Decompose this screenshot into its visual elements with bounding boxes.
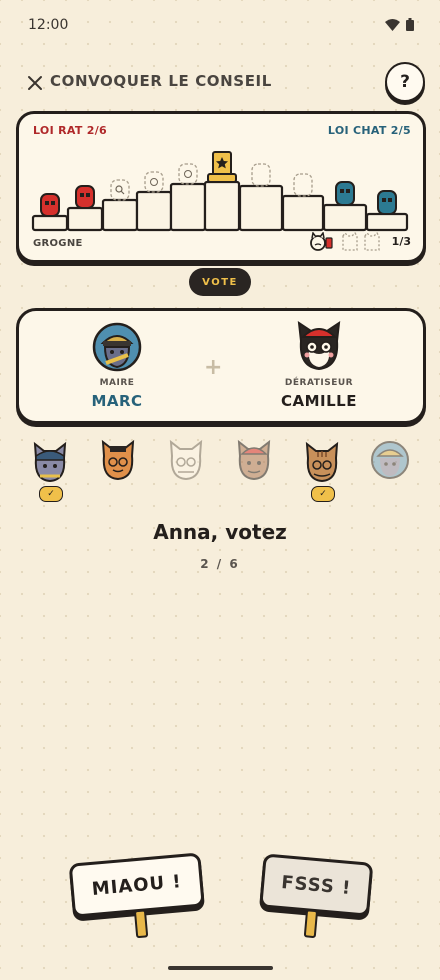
voted-check-icon: ✓ — [39, 486, 63, 502]
wifi-icon — [385, 18, 400, 31]
cat-avatar-gray-cap-icon — [33, 441, 67, 483]
government-card: MAIRE MARC + DÉRATISEUR CAMILLE — [16, 308, 426, 424]
fsss-vote-button[interactable]: FSSS ! — [257, 853, 374, 946]
status-time: 12:00 — [28, 17, 69, 33]
rat-step-1 — [31, 214, 69, 232]
cat-avatar-outline-icon — [169, 439, 203, 481]
miaou-vote-button[interactable]: MIAOU ! — [68, 852, 208, 947]
player-avatar-6[interactable] — [368, 438, 412, 482]
ratcatcher-name: CAMILLE — [281, 392, 357, 410]
star-trophy-icon — [207, 151, 237, 183]
cat-avatar-tabby-icon — [305, 441, 339, 483]
mayor-cat-avatar-icon — [92, 322, 142, 372]
ratcatcher-cat-avatar-icon — [297, 320, 341, 371]
empty-slot-icon — [251, 163, 271, 187]
player-avatar-5[interactable] — [300, 440, 344, 484]
cat-step-1 — [365, 212, 409, 232]
vote-progress: 2 / 6 — [200, 557, 240, 571]
cat-avatar-red-beret-icon — [237, 439, 271, 481]
empty-grogne-slot-icon — [364, 232, 380, 251]
battery-icon — [406, 18, 414, 31]
rat-step-5 — [169, 182, 207, 232]
cat-avatar-orange-glasses-icon — [101, 439, 135, 481]
rat-step-4 — [135, 190, 173, 232]
cat-step-4 — [238, 184, 284, 232]
empty-slot-face-icon — [178, 163, 198, 185]
fsss-label: FSSS ! — [259, 853, 374, 917]
vote-prompt: Anna, votez — [153, 520, 287, 544]
rat-token-icon — [40, 193, 60, 217]
rat-step-3 — [101, 198, 139, 232]
vote-badge: VOTE — [189, 268, 251, 296]
player-avatar-1[interactable] — [28, 440, 72, 484]
cat-token-icon — [377, 190, 397, 215]
angry-cat-icon — [310, 232, 333, 251]
status-icons — [385, 18, 414, 31]
mayor-name: MARC — [91, 392, 143, 410]
rat-law-counter: LOI RAT 2/6 — [33, 124, 107, 137]
mayor-role: MAIRE — [99, 378, 135, 388]
close-icon[interactable] — [24, 72, 46, 94]
player-avatar-4[interactable] — [232, 438, 276, 482]
plus-icon: + — [204, 355, 223, 380]
sign-stick — [133, 909, 149, 939]
page-title: CONVOQUER LE CONSEIL — [50, 72, 272, 90]
empty-slot-icon — [293, 173, 313, 197]
law-track — [31, 151, 409, 232]
rat-step-2 — [66, 206, 104, 232]
cat-token-icon — [335, 181, 355, 206]
help-button[interactable]: ? — [385, 62, 425, 102]
home-indicator[interactable] — [168, 966, 273, 970]
grogne-label: GROGNE — [33, 238, 83, 249]
player-avatar-2[interactable] — [96, 438, 140, 482]
cat-step-3 — [281, 194, 325, 232]
cat-avatar-blue-round-icon — [371, 441, 409, 479]
empty-slot-magnifier-icon — [110, 179, 130, 201]
empty-slot-face-icon — [144, 171, 164, 193]
grogne-tracker — [310, 232, 380, 251]
empty-grogne-slot-icon — [342, 232, 358, 251]
cat-step-2 — [322, 203, 368, 232]
cat-law-counter: LOI CHAT 2/5 — [327, 124, 411, 137]
center-step — [203, 180, 241, 232]
sign-stick — [303, 909, 319, 939]
ratcatcher-role: DÉRATISEUR — [284, 378, 354, 388]
voted-check-icon: ✓ — [311, 486, 335, 502]
law-track-board: LOI RAT 2/6 LOI CHAT 2/5 GROGNE 1/3 — [16, 111, 426, 263]
player-avatar-3[interactable] — [164, 438, 208, 482]
rat-token-icon — [75, 185, 95, 209]
miaou-label: MIAOU ! — [68, 852, 205, 918]
grogne-counter: 1/3 — [391, 235, 411, 248]
